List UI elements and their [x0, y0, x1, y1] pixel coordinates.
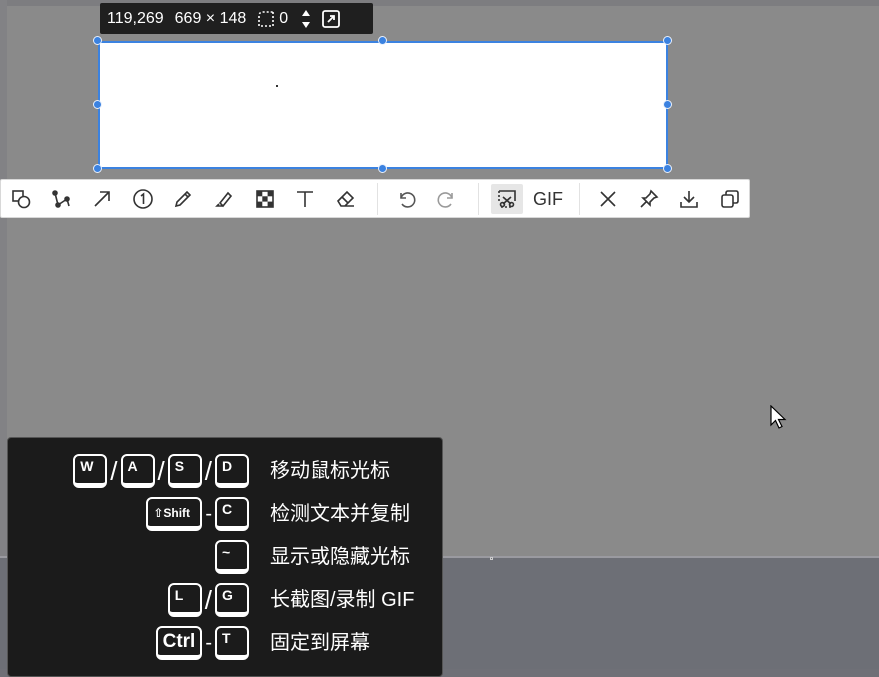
key-c: C — [215, 497, 249, 531]
circled-one-icon[interactable] — [127, 184, 159, 214]
key-joiner: / — [157, 456, 165, 486]
mosaic-icon[interactable] — [249, 184, 281, 214]
key-g: G — [215, 583, 249, 617]
key-joiner: / — [204, 456, 212, 486]
key-ctrl: Ctrl — [155, 626, 203, 660]
resize-handle-top-left[interactable] — [93, 36, 102, 45]
selection-position: 119,269 — [107, 9, 164, 27]
key-joiner: - — [205, 632, 212, 654]
shortcut-keys: L / G — [167, 580, 249, 620]
shortcut-row: ⇧Shift - C 检测文本并复制 — [8, 494, 444, 534]
key-l: L — [167, 583, 202, 617]
shortcut-row: L / G 长截图/录制 GIF — [8, 580, 444, 620]
resize-handle-bottom-right[interactable] — [663, 164, 672, 173]
shortcut-keys: W / A / S / D — [73, 451, 249, 491]
selection-info-bar: 119,269 669 × 148 0 — [100, 3, 373, 34]
shortcut-keys: ⇧Shift - C — [146, 494, 249, 534]
key-joiner: / — [204, 585, 212, 615]
key-tilde: ~ — [215, 540, 249, 574]
screen-left-edge — [0, 0, 7, 556]
stepper-icon[interactable] — [300, 8, 312, 30]
mouse-cursor-icon — [770, 404, 788, 431]
undo-icon[interactable] — [390, 184, 422, 214]
key-a: A — [120, 454, 155, 488]
corner-radius-value[interactable]: 0 — [279, 10, 288, 28]
resize-handle-top[interactable] — [378, 36, 387, 45]
polyline-icon[interactable] — [45, 184, 77, 214]
expand-icon[interactable] — [321, 9, 341, 29]
gif-label: GIF — [533, 188, 563, 209]
key-shift: ⇧Shift — [146, 497, 203, 531]
pin-icon[interactable] — [633, 184, 665, 214]
shortcut-row: W / A / S / D 移动鼠标光标 — [8, 451, 444, 491]
shortcut-label: 固定到屏幕 — [270, 632, 370, 654]
text-icon[interactable] — [289, 184, 321, 214]
corner-radius-icon[interactable] — [257, 10, 275, 28]
arrow-icon[interactable] — [86, 184, 118, 214]
toolbar-divider — [478, 183, 479, 215]
shortcut-label: 显示或隐藏光标 — [270, 546, 410, 568]
selection-content-dot — [276, 85, 278, 87]
shortcut-row: Ctrl - T 固定到屏幕 — [8, 623, 444, 663]
close-icon[interactable] — [592, 184, 624, 214]
annotation-toolbar: GIF — [0, 179, 750, 218]
resize-handle-bottom-left[interactable] — [93, 164, 102, 173]
key-joiner: - — [205, 503, 212, 525]
gif-record-button[interactable]: GIF — [530, 184, 566, 214]
shapes-icon[interactable] — [5, 184, 37, 214]
key-d: D — [215, 454, 249, 488]
key-t: T — [215, 626, 249, 660]
pencil-icon[interactable] — [167, 184, 199, 214]
shortcut-keys: Ctrl - T — [155, 623, 249, 663]
key-w: W — [73, 454, 108, 488]
shortcut-label: 移动鼠标光标 — [270, 460, 390, 482]
key-s: S — [167, 454, 202, 488]
shortcut-hints-panel: W / A / S / D 移动鼠标光标 ⇧Shift - C 检测文本并复制 … — [7, 437, 443, 677]
highlighter-icon[interactable] — [208, 184, 240, 214]
resize-handle-left[interactable] — [93, 100, 102, 109]
resize-handle-right[interactable] — [663, 100, 672, 109]
toolbar-divider — [579, 183, 580, 215]
shortcut-label: 检测文本并复制 — [270, 503, 410, 525]
redo-icon[interactable] — [431, 184, 463, 214]
resize-handle-top-right[interactable] — [663, 36, 672, 45]
key-joiner: / — [110, 456, 118, 486]
scroll-capture-icon[interactable] — [491, 184, 523, 214]
resize-handle-bottom[interactable] — [378, 164, 387, 173]
cursor-hotspot-marker — [490, 557, 493, 560]
shortcut-row: ~ 显示或隐藏光标 — [8, 537, 444, 577]
shortcut-label: 长截图/录制 GIF — [270, 589, 415, 611]
capture-selection[interactable] — [98, 41, 668, 169]
selection-size: 669 × 148 — [174, 9, 247, 27]
download-icon[interactable] — [673, 184, 705, 214]
toolbar-divider — [377, 183, 378, 215]
copy-icon[interactable] — [714, 184, 746, 214]
eraser-icon[interactable] — [330, 184, 362, 214]
shortcut-keys: ~ — [215, 537, 249, 577]
